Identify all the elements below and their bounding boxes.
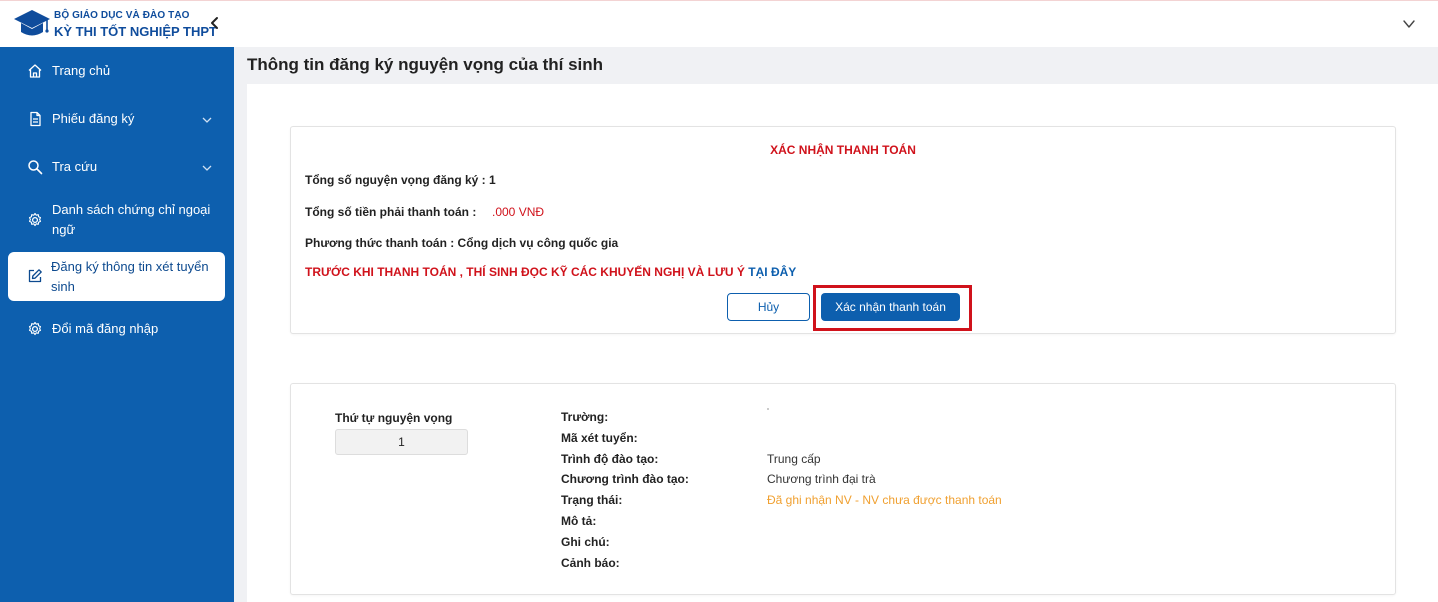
sidebar-item-lookup[interactable]: Tra cứu xyxy=(8,155,225,179)
note-label: Ghi chú: xyxy=(561,535,610,549)
sidebar-item-label: Trang chủ xyxy=(52,63,111,78)
graduation-cap-logo-icon xyxy=(14,10,50,36)
sidebar-item-label: Danh sách chứng chỉ ngoại ngữ xyxy=(52,202,211,237)
training-program-value: Chương trình đại trà xyxy=(767,472,876,486)
training-level-label: Trình độ đào tạo: xyxy=(561,452,659,466)
status-label: Trạng thái: xyxy=(561,493,623,507)
sidebar-item-label: Đăng ký thông tin xét tuyển sinh xyxy=(51,259,209,294)
guidelines-link[interactable]: TẠI ĐÂY xyxy=(748,265,796,279)
total-wishes: Tổng số nguyện vọng đăng ký : 1 xyxy=(305,173,496,187)
home-icon xyxy=(28,64,42,78)
warning-label: Cảnh báo: xyxy=(561,556,620,570)
payment-confirmation-card: XÁC NHẬN THANH TOÁN Tổng số nguyện vọng … xyxy=(290,126,1396,334)
wish-detail-card: Thứ tự nguyện vọng 1 Trường: Mã xét tuyể… xyxy=(290,383,1396,595)
sidebar-item-language-certificates[interactable]: Danh sách chứng chỉ ngoại ngữ xyxy=(8,199,225,243)
gear-icon xyxy=(28,321,42,336)
gear-icon xyxy=(28,212,42,227)
payment-warning-text: TRƯỚC KHI THANH TOÁN , THÍ SINH ĐỌC KỸ C… xyxy=(305,265,749,279)
sidebar-item-label: Tra cứu xyxy=(52,159,98,174)
wish-order-label: Thứ tự nguyện vọng xyxy=(335,411,453,425)
payment-warning: TRƯỚC KHI THANH TOÁN , THÍ SINH ĐỌC KỸ C… xyxy=(305,265,796,279)
edit-icon xyxy=(28,269,42,283)
sidebar-item-change-login-code[interactable]: Đổi mã đăng nhập xyxy=(8,317,225,341)
payment-method: Phương thức thanh toán : Cổng dịch vụ cô… xyxy=(305,236,619,250)
page-title: Thông tin đăng ký nguyện vọng của thí si… xyxy=(247,55,604,74)
total-amount-value: .000 VNĐ xyxy=(492,205,545,219)
training-level-value: Trung cấp xyxy=(767,452,821,466)
collapse-sidebar-chevron-left-icon[interactable] xyxy=(206,14,224,32)
description-label: Mô tả: xyxy=(561,514,597,528)
sidebar: Trang chủ Phiếu đăng ký Tra cứu Danh sác… xyxy=(0,47,234,602)
payment-title: XÁC NHẬN THANH TOÁN xyxy=(770,143,916,157)
document-icon xyxy=(30,111,41,127)
status-value: Đã ghi nhận NV - NV chưa được thanh toán xyxy=(767,493,1002,507)
search-icon xyxy=(28,160,43,175)
brand-exam: KỲ THI TỐT NGHIỆP THPT xyxy=(54,24,217,39)
chevron-down-icon xyxy=(202,117,212,123)
wish-order-field: 1 xyxy=(335,429,468,455)
sidebar-item-registration-form[interactable]: Phiếu đăng ký xyxy=(8,107,225,131)
cancel-button[interactable]: Hủy xyxy=(727,293,810,321)
school-label: Trường: xyxy=(561,410,609,424)
sidebar-item-home[interactable]: Trang chủ xyxy=(8,59,225,83)
confirm-payment-button[interactable]: Xác nhận thanh toán xyxy=(821,293,960,321)
chevron-down-icon xyxy=(202,165,212,171)
placeholder-dot xyxy=(767,408,769,410)
admission-code-label: Mã xét tuyển: xyxy=(561,431,638,445)
sidebar-item-admission-registration[interactable]: Đăng ký thông tin xét tuyển sinh xyxy=(8,252,225,301)
chevron-down-icon[interactable] xyxy=(1400,15,1418,33)
training-program-label: Chương trình đào tạo: xyxy=(561,472,689,486)
sidebar-item-label: Phiếu đăng ký xyxy=(52,111,135,126)
total-amount-label: Tổng số tiền phải thanh toán : xyxy=(305,205,477,219)
brand-ministry: BỘ GIÁO DỤC VÀ ĐÀO TẠO xyxy=(54,10,190,21)
sidebar-item-label: Đổi mã đăng nhập xyxy=(52,321,159,336)
top-header: BỘ GIÁO DỤC VÀ ĐÀO TẠO KỲ THI TỐT NGHIỆP… xyxy=(0,0,1438,47)
